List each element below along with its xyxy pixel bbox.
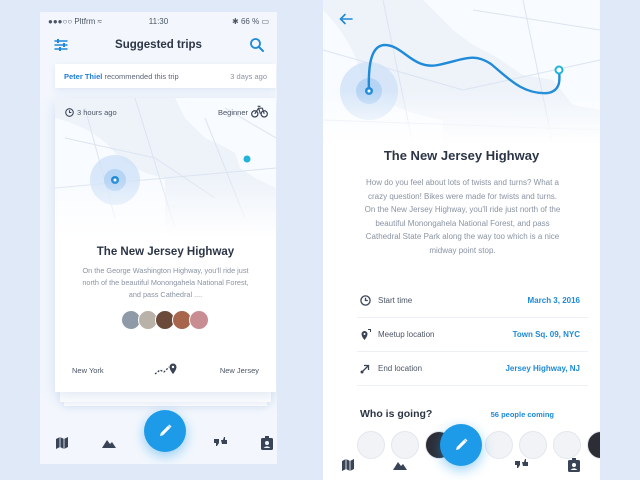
route-start: New York: [72, 366, 104, 375]
recommendation-banner[interactable]: Peter Thiel recommended this trip 3 days…: [55, 64, 276, 88]
map-icon[interactable]: [55, 436, 69, 450]
map-icon[interactable]: [341, 458, 355, 472]
detail-row-meetup-location: Meetup location Town Sq. 09, NYC: [357, 318, 588, 352]
detail-label: Start time: [378, 296, 413, 305]
detail-label: End location: [378, 364, 423, 373]
battery-label: ✱ 66 % ▭: [232, 17, 269, 26]
nav-bar: Suggested trips: [40, 30, 277, 64]
mountain-icon[interactable]: [393, 458, 407, 472]
recommender-name[interactable]: Peter Thiel: [64, 72, 102, 81]
end-arrow-icon: [360, 364, 370, 374]
thumbs-icon[interactable]: [514, 458, 528, 472]
status-bar: ●●●○○ Pltfrm ≈ 11:30 ✱ 66 % ▭: [40, 12, 277, 30]
compose-button[interactable]: [440, 424, 482, 466]
route-icon: [154, 363, 177, 375]
page-title: Suggested trips: [115, 39, 202, 51]
detail-value: Town Sq. 09, NYC: [512, 330, 580, 339]
clock-icon: [360, 295, 371, 306]
trip-card[interactable]: 3 hours ago Beginner The New Jersey High…: [55, 98, 276, 392]
detail-value: Jersey Highway, NJ: [505, 364, 580, 373]
detail-row-end-location: End location Jersey Highway, NJ: [357, 352, 588, 386]
detail-value: March 3, 2016: [527, 296, 580, 305]
profile-badge-icon[interactable]: [260, 436, 274, 450]
mountain-icon[interactable]: [102, 436, 116, 450]
avatar: [189, 310, 209, 330]
recommendation-time: 3 days ago: [230, 72, 267, 81]
thumbs-icon[interactable]: [213, 436, 227, 450]
back-arrow-icon[interactable]: [339, 12, 353, 26]
who-is-going-heading: Who is going?: [360, 408, 433, 420]
pencil-icon: [160, 424, 172, 436]
trip-description: On the George Washington Highway, you'll…: [82, 266, 249, 299]
trip-detail-screen: The New Jersey Highway How do you feel a…: [323, 0, 600, 480]
suggested-trips-screen: ●●●○○ Pltfrm ≈ 11:30 ✱ 66 % ▭ Suggested …: [40, 12, 277, 464]
trip-description: How do you feel about lots of twists and…: [364, 178, 561, 255]
difficulty-level: Beginner: [217, 108, 248, 117]
compose-button[interactable]: [144, 410, 186, 452]
recommendation-text: recommended this trip: [104, 72, 179, 81]
pencil-icon: [456, 438, 468, 450]
profile-badge-icon[interactable]: [567, 458, 581, 472]
clock-icon: [65, 108, 74, 117]
search-icon[interactable]: [249, 37, 265, 53]
trip-duration: 3 hours ago: [77, 108, 117, 117]
detail-row-start-time: Start time March 3, 2016: [357, 284, 588, 318]
trip-title: The New Jersey Highway: [96, 246, 235, 258]
attendee-count-link[interactable]: 56 people coming: [491, 410, 554, 419]
meetup-pin-icon: [361, 329, 371, 340]
route-end: New Jersey: [219, 366, 259, 375]
detail-label: Meetup location: [378, 330, 435, 339]
bike-icon: [251, 105, 268, 118]
trip-title: The New Jersey Highway: [383, 148, 540, 163]
